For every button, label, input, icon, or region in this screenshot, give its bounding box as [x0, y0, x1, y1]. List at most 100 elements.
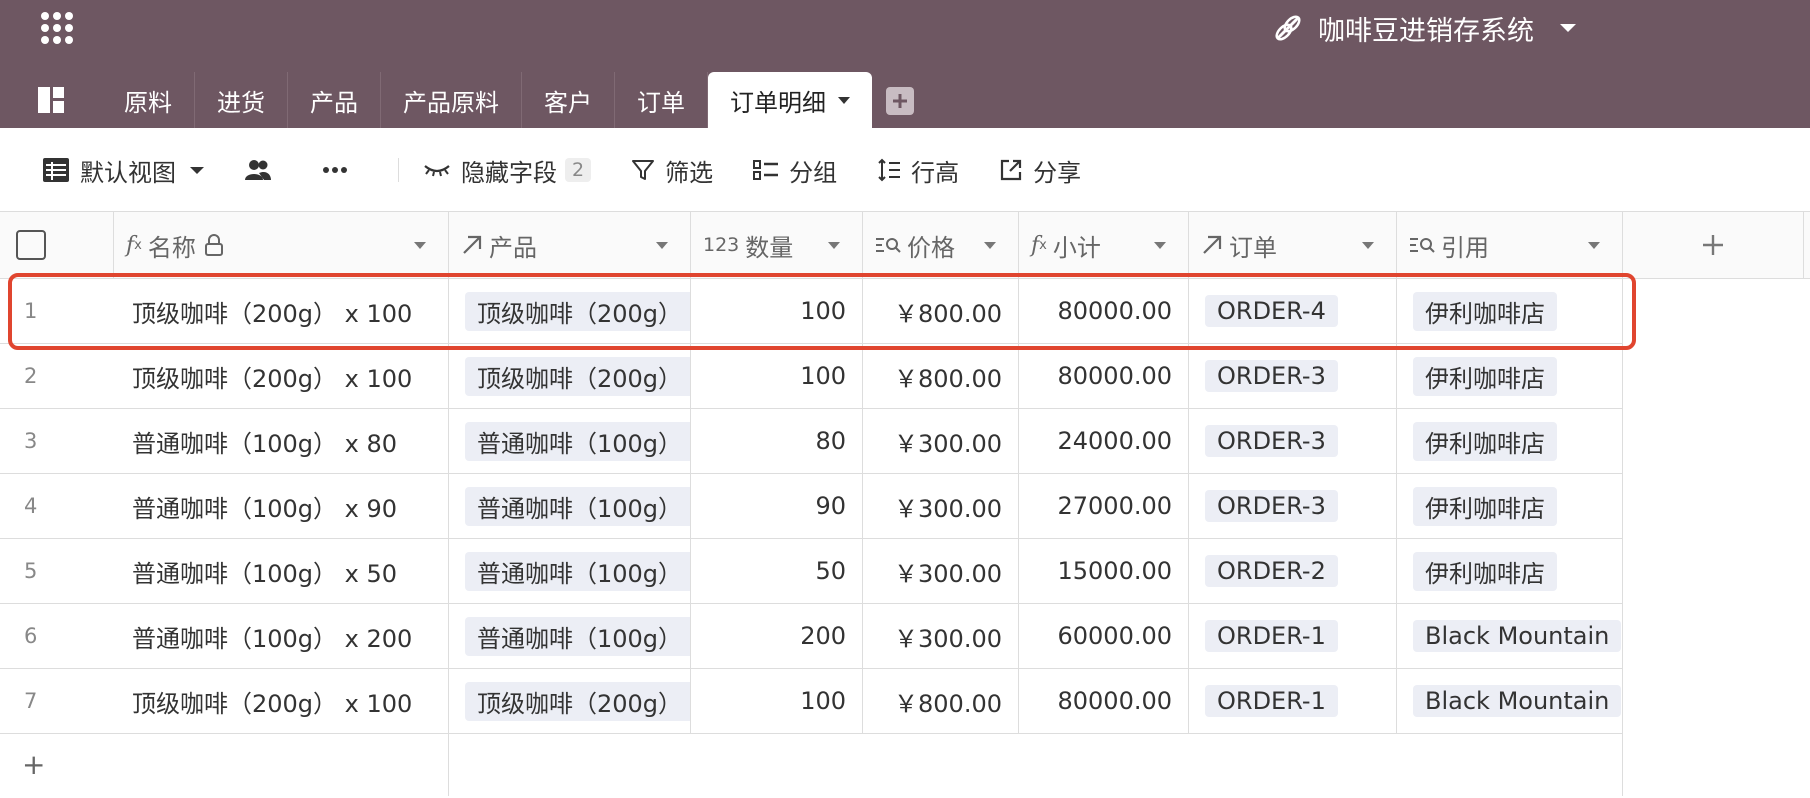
cell-name[interactable]: 普通咖啡（100g） x 50	[114, 539, 449, 603]
cell-ref[interactable]: 伊利咖啡店	[1397, 409, 1623, 473]
cell-price[interactable]: ￥800.00	[863, 669, 1019, 733]
tab-order-detail[interactable]: 订单明细	[708, 72, 872, 128]
link-pill[interactable]: 顶级咖啡（200g）	[465, 291, 690, 331]
link-pill[interactable]: 伊利咖啡店	[1413, 421, 1557, 461]
cell-price[interactable]: ￥800.00	[863, 279, 1019, 343]
hide-fields-button[interactable]: 隐藏字段 2	[423, 153, 592, 188]
chevron-down-icon[interactable]	[414, 242, 426, 249]
tab-product-material[interactable]: 产品原料	[381, 72, 522, 128]
cell-name[interactable]: 顶级咖啡（200g） x 100	[114, 279, 449, 343]
cell-price[interactable]: ￥300.00	[863, 474, 1019, 538]
cell-product[interactable]: 普通咖啡（100g）	[449, 474, 691, 538]
cell-ref[interactable]: 伊利咖啡店	[1397, 279, 1623, 343]
cell-ref[interactable]: 伊利咖啡店	[1397, 539, 1623, 603]
cell-price[interactable]: ￥800.00	[863, 344, 1019, 408]
table-row[interactable]: 5 普通咖啡（100g） x 50 普通咖啡（100g） 50 ￥300.00 15000…	[0, 539, 1623, 604]
tab-order[interactable]: 订单	[615, 72, 708, 128]
cell-product[interactable]: 顶级咖啡（200g）	[449, 344, 691, 408]
cell-product[interactable]: 普通咖啡（100g）	[449, 409, 691, 473]
link-pill[interactable]: 伊利咖啡店	[1413, 551, 1557, 591]
table-row[interactable]: 2 顶级咖啡（200g） x 100 顶级咖啡（200g） 100 ￥800.00 800…	[0, 344, 1623, 409]
cell-name[interactable]: 普通咖啡（100g） x 80	[114, 409, 449, 473]
link-pill[interactable]: 普通咖啡（100g）	[465, 486, 690, 526]
cell-subtotal[interactable]: 24000.00	[1019, 409, 1189, 473]
link-pill[interactable]: 伊利咖啡店	[1413, 356, 1557, 396]
cell-order[interactable]: ORDER-1	[1189, 669, 1397, 733]
link-pill[interactable]: Black Mountain	[1413, 620, 1622, 652]
filter-button[interactable]: 筛选	[631, 153, 713, 188]
cell-ref[interactable]: 伊利咖啡店	[1397, 474, 1623, 538]
link-pill[interactable]: 普通咖啡（100g）	[465, 421, 690, 461]
cell-qty[interactable]: 80	[691, 409, 863, 473]
cell-product[interactable]: 普通咖啡（100g）	[449, 604, 691, 668]
cell-subtotal[interactable]: 80000.00	[1019, 344, 1189, 408]
table-row[interactable]: 6 普通咖啡（100g） x 200 普通咖啡（100g） 200 ￥300.00 600…	[0, 604, 1623, 669]
link-pill[interactable]: 伊利咖啡店	[1413, 291, 1557, 331]
share-button[interactable]: 分享	[999, 153, 1081, 188]
table-row[interactable]: 7 顶级咖啡（200g） x 100 顶级咖啡（200g） 100 ￥800.00 800…	[0, 669, 1623, 734]
link-pill[interactable]: ORDER-2	[1205, 555, 1338, 587]
cell-order[interactable]: ORDER-1	[1189, 604, 1397, 668]
chevron-down-icon[interactable]	[1560, 24, 1576, 32]
tab-product[interactable]: 产品	[288, 72, 381, 128]
chevron-down-icon[interactable]	[1588, 242, 1600, 249]
cell-subtotal[interactable]: 27000.00	[1019, 474, 1189, 538]
column-header-quantity[interactable]: 123 数量	[691, 212, 863, 278]
add-row-button[interactable]: +	[0, 732, 449, 796]
link-pill[interactable]: 顶级咖啡（200g）	[465, 681, 690, 721]
chevron-down-icon[interactable]	[838, 96, 850, 104]
chevron-down-icon[interactable]	[190, 166, 204, 174]
chevron-down-icon[interactable]	[828, 242, 840, 249]
cell-order[interactable]: ORDER-3	[1189, 344, 1397, 408]
link-pill[interactable]: ORDER-3	[1205, 490, 1338, 522]
cell-order[interactable]: ORDER-3	[1189, 474, 1397, 538]
cell-qty[interactable]: 90	[691, 474, 863, 538]
cell-price[interactable]: ￥300.00	[863, 604, 1019, 668]
cell-name[interactable]: 顶级咖啡（200g） x 100	[114, 344, 449, 408]
cell-name[interactable]: 普通咖啡（100g） x 200	[114, 604, 449, 668]
base-title[interactable]: 咖啡豆进销存系统	[1272, 8, 1576, 48]
app-grid-icon[interactable]	[41, 12, 73, 44]
column-header-order[interactable]: 订单	[1189, 212, 1397, 278]
tab-customer[interactable]: 客户	[522, 72, 615, 128]
group-button[interactable]: 分组	[753, 153, 837, 188]
cell-qty[interactable]: 200	[691, 604, 863, 668]
column-header-product[interactable]: 产品	[449, 212, 691, 278]
cell-subtotal[interactable]: 15000.00	[1019, 539, 1189, 603]
chevron-down-icon[interactable]	[984, 242, 996, 249]
column-header-reference[interactable]: 引用	[1397, 212, 1623, 278]
cell-price[interactable]: ￥300.00	[863, 409, 1019, 473]
cell-ref[interactable]: Black Mountain	[1397, 669, 1623, 733]
link-pill[interactable]: Black Mountain	[1413, 685, 1622, 717]
link-pill[interactable]: 顶级咖啡（200g）	[465, 356, 690, 396]
table-row[interactable]: 1 顶级咖啡（200g） x 100 顶级咖啡（200g） 100 ￥800.00 800…	[0, 279, 1623, 344]
cell-price[interactable]: ￥300.00	[863, 539, 1019, 603]
cell-name[interactable]: 顶级咖啡（200g） x 100	[114, 669, 449, 733]
cell-order[interactable]: ORDER-3	[1189, 409, 1397, 473]
link-pill[interactable]: 普通咖啡（100g）	[465, 551, 690, 591]
cell-product[interactable]: 顶级咖啡（200g）	[449, 279, 691, 343]
link-pill[interactable]: ORDER-4	[1205, 295, 1338, 327]
add-table-button[interactable]	[886, 87, 914, 115]
more-options-button[interactable]	[322, 166, 358, 174]
link-pill[interactable]: 普通咖啡（100g）	[465, 616, 690, 656]
chevron-down-icon[interactable]	[1362, 242, 1374, 249]
layout-icon[interactable]	[0, 72, 102, 128]
link-pill[interactable]: ORDER-3	[1205, 360, 1338, 392]
cell-name[interactable]: 普通咖啡（100g） x 90	[114, 474, 449, 538]
cell-qty[interactable]: 100	[691, 669, 863, 733]
link-pill[interactable]: ORDER-1	[1205, 620, 1338, 652]
column-header-subtotal[interactable]: fx 小计	[1019, 212, 1189, 278]
tab-purchase[interactable]: 进货	[195, 72, 288, 128]
column-header-price[interactable]: 价格	[863, 212, 1019, 278]
link-pill[interactable]: ORDER-3	[1205, 425, 1338, 457]
cell-subtotal[interactable]: 60000.00	[1019, 604, 1189, 668]
cell-order[interactable]: ORDER-2	[1189, 539, 1397, 603]
cell-ref[interactable]: Black Mountain	[1397, 604, 1623, 668]
view-switcher[interactable]: 默认视图	[42, 153, 204, 188]
tab-raw-material[interactable]: 原料	[102, 72, 195, 128]
cell-order[interactable]: ORDER-4	[1189, 279, 1397, 343]
table-row[interactable]: 4 普通咖啡（100g） x 90 普通咖啡（100g） 90 ￥300.00 27000…	[0, 474, 1623, 539]
cell-qty[interactable]: 50	[691, 539, 863, 603]
chevron-down-icon[interactable]	[1154, 242, 1166, 249]
